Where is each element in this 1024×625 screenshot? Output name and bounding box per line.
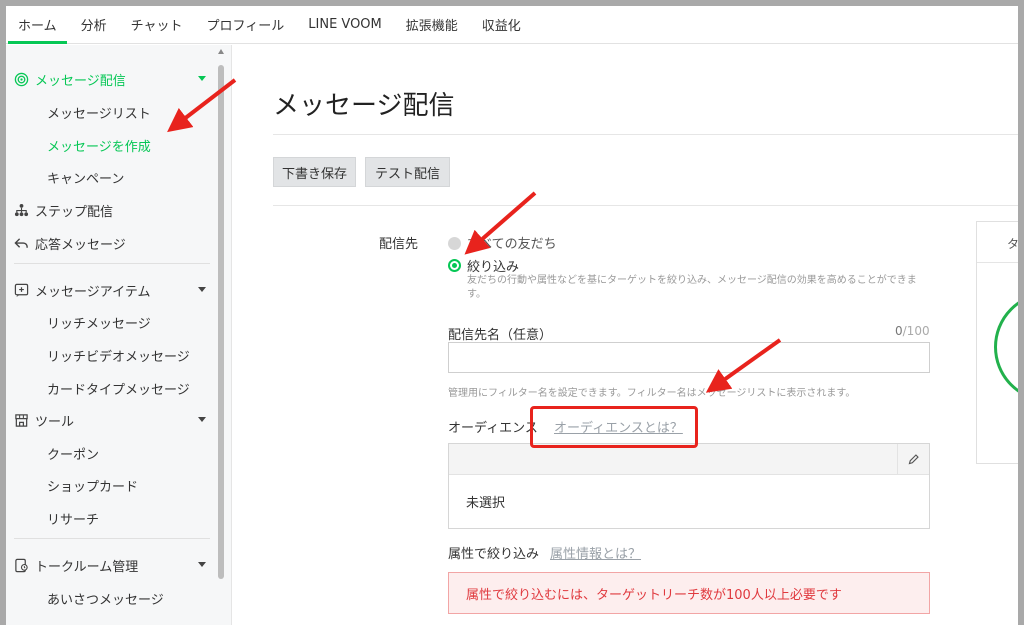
sidebar: メッセージ配信 メッセージリスト メッセージを作成 キャンペーン ステップ配信 … bbox=[6, 45, 232, 625]
page-title: メッセージ配信 bbox=[273, 91, 455, 121]
sidebar-label: ツール bbox=[35, 414, 75, 430]
tab-chat[interactable]: チャット bbox=[119, 6, 195, 43]
pencil-icon[interactable] bbox=[897, 444, 929, 475]
radio-all-friends-label[interactable]: すべての友だち bbox=[467, 233, 557, 252]
sidebar-item-message-items[interactable]: メッセージアイテム bbox=[6, 276, 216, 304]
char-counter: 0/100 bbox=[895, 324, 930, 338]
sidebar-label: 応答メッセージ bbox=[35, 237, 126, 253]
sidebar-item-message-delivery[interactable]: メッセージ配信 bbox=[6, 65, 216, 93]
test-send-button[interactable]: テスト配信 bbox=[365, 157, 450, 187]
scrollbar-thumb[interactable] bbox=[218, 65, 224, 579]
recipient-label: 配信先 bbox=[379, 237, 419, 252]
annotation-highlight-box bbox=[530, 406, 698, 448]
tab-line-voom[interactable]: LINE VOOM bbox=[296, 6, 394, 43]
talk-room-icon bbox=[13, 557, 29, 573]
tab-monetization[interactable]: 収益化 bbox=[470, 6, 533, 43]
recipient-name-input[interactable] bbox=[448, 342, 930, 373]
broadcast-icon bbox=[13, 71, 29, 87]
sidebar-item-message-list[interactable]: メッセージリスト bbox=[6, 98, 216, 126]
sidebar-item-coupon[interactable]: クーポン bbox=[6, 439, 216, 467]
sidebar-item-step-delivery[interactable]: ステップ配信 bbox=[6, 196, 216, 224]
sidebar-item-research[interactable]: リサーチ bbox=[6, 504, 216, 532]
sidebar-item-greeting[interactable]: あいさつメッセージ bbox=[6, 584, 216, 612]
sidebar-label: メッセージアイテム bbox=[35, 284, 151, 300]
chevron-down-icon bbox=[198, 287, 206, 292]
divider bbox=[14, 263, 210, 264]
main-content: メッセージ配信 下書き保存 テスト配信 配信先 すべての友だち 絞り込み 友だち… bbox=[233, 45, 1018, 625]
error-message: 属性で絞り込むには、ターゲットリーチ数が100人以上必要です bbox=[448, 572, 930, 614]
sidebar-scrollbar[interactable] bbox=[217, 45, 225, 625]
sidebar-item-auto-reply[interactable]: 応答メッセージ bbox=[6, 229, 216, 257]
sidebar-item-talk-room[interactable]: トークルーム管理 bbox=[6, 551, 216, 579]
reply-icon bbox=[13, 235, 29, 251]
sidebar-item-create-message[interactable]: メッセージを作成 bbox=[6, 131, 216, 159]
counter-current: 0 bbox=[895, 324, 903, 338]
sidebar-label: トークルーム管理 bbox=[35, 559, 139, 575]
audience-selector-header bbox=[449, 444, 929, 475]
tab-analytics[interactable]: 分析 bbox=[69, 6, 119, 43]
top-navigation: ホーム 分析 チャット プロフィール LINE VOOM 拡張機能 収益化 bbox=[6, 6, 1018, 44]
save-draft-button[interactable]: 下書き保存 bbox=[273, 157, 356, 187]
sidebar-label: ステップ配信 bbox=[35, 204, 114, 220]
reach-gauge bbox=[994, 292, 1018, 402]
sidebar-item-rich-message[interactable]: リッチメッセージ bbox=[6, 308, 216, 336]
sidebar-label: メッセージ配信 bbox=[35, 73, 126, 89]
target-reach-header: タ bbox=[977, 222, 1018, 263]
radio-narrow-label[interactable]: 絞り込み bbox=[467, 256, 519, 275]
shop-icon bbox=[13, 412, 29, 428]
counter-max: /100 bbox=[902, 324, 930, 338]
name-help-text: 管理用にフィルター名を設定できます。フィルター名はメッセージリストに表示されます… bbox=[448, 388, 856, 399]
target-reach-panel: タ bbox=[976, 221, 1018, 464]
sidebar-item-rich-menu[interactable]: リッチメニュー bbox=[6, 616, 216, 625]
hierarchy-icon bbox=[13, 202, 29, 218]
audience-label: オーディエンス bbox=[448, 421, 538, 436]
attribute-help-link[interactable]: 属性情報とは？ bbox=[550, 543, 641, 562]
app-window: ホーム 分析 チャット プロフィール LINE VOOM 拡張機能 収益化 メッ… bbox=[6, 6, 1018, 625]
sidebar-item-shop-card[interactable]: ショップカード bbox=[6, 471, 216, 499]
chevron-down-icon bbox=[198, 417, 206, 422]
scroll-up-icon[interactable] bbox=[218, 49, 224, 54]
sidebar-item-campaign[interactable]: キャンペーン bbox=[6, 163, 216, 191]
add-message-icon bbox=[13, 282, 29, 298]
audience-value: 未選択 bbox=[466, 496, 506, 511]
divider bbox=[273, 205, 1018, 206]
narrow-help-text: 友だちの行動や属性などを基にターゲットを絞り込み、メッセージ配信の効果を高めるこ… bbox=[467, 275, 917, 300]
radio-all-friends[interactable] bbox=[448, 237, 461, 250]
attribute-filter-label: 属性で絞り込み bbox=[448, 547, 540, 562]
chevron-down-icon bbox=[198, 562, 206, 567]
tab-home[interactable]: ホーム bbox=[6, 6, 69, 44]
tab-extensions[interactable]: 拡張機能 bbox=[394, 6, 470, 43]
divider bbox=[14, 538, 210, 539]
sidebar-item-rich-video-message[interactable]: リッチビデオメッセージ bbox=[6, 341, 216, 369]
tab-profile[interactable]: プロフィール bbox=[195, 6, 297, 43]
audience-selector: 未選択 bbox=[448, 443, 930, 529]
recipient-name-label: 配信先名（任意） bbox=[448, 328, 553, 343]
radio-narrow[interactable] bbox=[448, 259, 461, 272]
divider bbox=[273, 134, 1018, 135]
chevron-down-icon bbox=[198, 76, 206, 81]
sidebar-item-card-type-message[interactable]: カードタイプメッセージ bbox=[6, 374, 216, 402]
sidebar-item-tools[interactable]: ツール bbox=[6, 406, 216, 434]
